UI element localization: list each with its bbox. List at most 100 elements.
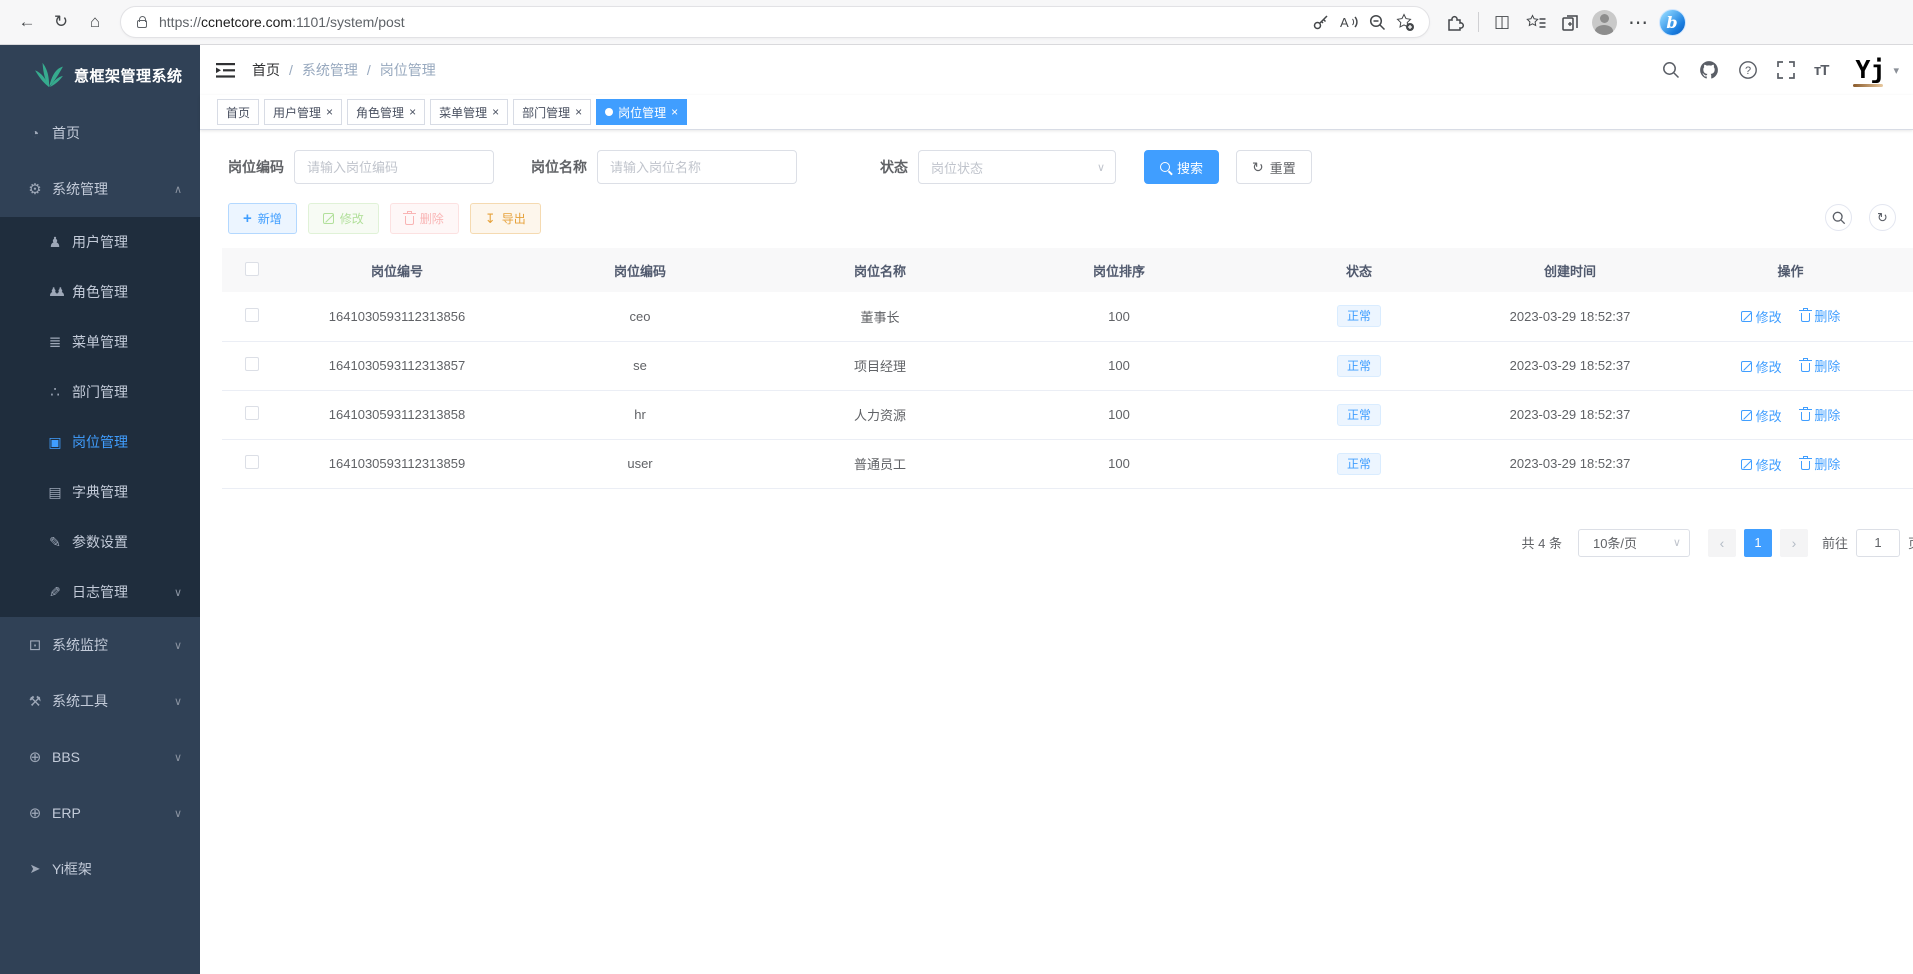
breadcrumb: 首页 / 系统管理 / 岗位管理 (252, 60, 436, 80)
导出[interactable]: 导出 (470, 203, 541, 234)
help-icon[interactable]: ? (1738, 60, 1758, 80)
breadcrumb-home[interactable]: 首页 (252, 60, 280, 80)
sidebar-item-12[interactable]: BBS (0, 729, 200, 785)
tab-close-icon[interactable]: × (671, 106, 678, 118)
chevron-icon (174, 183, 182, 196)
back-icon[interactable]: ← (10, 5, 44, 39)
log-icon (46, 584, 64, 601)
sidebar-item-1[interactable]: 系统管理 (0, 161, 200, 217)
header-search-icon[interactable] (1662, 61, 1680, 79)
row-delete-button[interactable]: 删除 (1801, 454, 1840, 473)
prev-page-button[interactable]: ‹ (1708, 529, 1736, 557)
tab-0[interactable]: 首页 × (217, 99, 259, 125)
tab-5[interactable]: 岗位管理 × (596, 99, 687, 125)
reset-button[interactable]: ↻ 重置 (1236, 150, 1312, 184)
status-badge: 正常 (1337, 305, 1381, 327)
fullscreen-icon[interactable] (1777, 61, 1795, 79)
read-aloud-icon[interactable]: A (1335, 8, 1363, 36)
row-checkbox[interactable] (245, 406, 259, 420)
tab-1[interactable]: 用户管理 × (264, 99, 342, 125)
tab-close-icon[interactable]: × (492, 106, 499, 118)
tab-3[interactable]: 菜单管理 × (430, 99, 508, 125)
github-icon[interactable] (1699, 60, 1719, 80)
tab-2[interactable]: 角色管理 × (347, 99, 425, 125)
删除[interactable]: 删除 (390, 203, 459, 234)
post-code-input[interactable] (294, 150, 494, 184)
cell-post-name: 普通员工 (768, 439, 992, 488)
新增[interactable]: 新增 (228, 203, 297, 234)
row-checkbox[interactable] (245, 357, 259, 371)
edit-pen-icon (1741, 361, 1752, 372)
refresh-table-icon[interactable]: ↻ (1869, 204, 1896, 231)
cell-created-time: 2023-03-29 18:52:37 (1472, 292, 1668, 341)
favorites-hub-icon[interactable] (1519, 5, 1553, 39)
sidebar-item-3[interactable]: 角色管理 (0, 267, 200, 317)
row-delete-button[interactable]: 删除 (1801, 356, 1840, 375)
extensions-icon[interactable] (1438, 5, 1472, 39)
sidebar-item-2[interactable]: 用户管理 (0, 217, 200, 267)
sidebar-item-6[interactable]: 岗位管理 (0, 417, 200, 467)
plant-logo-icon (34, 62, 64, 88)
row-edit-button[interactable]: 修改 (1741, 307, 1782, 326)
refresh-icon[interactable]: ↻ (44, 5, 78, 39)
toggle-search-icon[interactable] (1825, 204, 1852, 231)
tab-4[interactable]: 部门管理 × (513, 99, 591, 125)
row-edit-button[interactable]: 修改 (1741, 406, 1782, 425)
home-icon[interactable]: ⌂ (78, 5, 112, 39)
browser-toolbar: ← ↻ ⌂ https://ccnetcore.com:1101/system/… (0, 0, 1913, 45)
settings-more-icon[interactable]: ⋯ (1621, 5, 1655, 39)
user-dropdown[interactable]: Yj ▾ (1847, 57, 1899, 83)
修改[interactable]: 修改 (308, 203, 379, 234)
sidebar-item-label: 日志管理 (72, 582, 128, 602)
users-icon (46, 285, 64, 299)
row-delete-button[interactable]: 删除 (1801, 306, 1840, 325)
goto-page-input[interactable] (1856, 529, 1900, 557)
row-edit-button[interactable]: 修改 (1741, 455, 1782, 474)
profile-avatar[interactable] (1587, 5, 1621, 39)
sidebar-item-11[interactable]: 系统工具 (0, 673, 200, 729)
address-bar[interactable]: https://ccnetcore.com:1101/system/post A (120, 6, 1430, 38)
sidebar-menu: 首页 系统管理 用户管理 角色管理 (0, 105, 200, 897)
next-page-button[interactable]: › (1780, 529, 1808, 557)
page-size-select[interactable]: 10条/页 ∨ (1578, 529, 1690, 557)
collections-icon[interactable] (1553, 5, 1587, 39)
split-screen-icon[interactable]: ◫ (1485, 5, 1519, 39)
sidebar-item-0[interactable]: 首页 (0, 105, 200, 161)
cell-post-id: 1641030593112313858 (282, 390, 512, 439)
row-checkbox[interactable] (245, 455, 259, 469)
dictionary-icon (46, 484, 64, 501)
sidebar-item-8[interactable]: 参数设置 (0, 517, 200, 567)
row-checkbox[interactable] (245, 308, 259, 322)
table-body: 1641030593112313856 ceo 董事长 100 正常 2023-… (222, 292, 1913, 488)
row-edit-button[interactable]: 修改 (1741, 357, 1782, 376)
sidebar-item-9[interactable]: 日志管理 (0, 567, 200, 617)
status-select[interactable]: 岗位状态 ∨ (918, 150, 1116, 184)
chevron-icon (174, 807, 182, 820)
sidebar-item-14[interactable]: Yi框架 (0, 841, 200, 897)
row-delete-button[interactable]: 删除 (1801, 405, 1840, 424)
password-key-icon[interactable] (1307, 8, 1335, 36)
post-name-input[interactable] (597, 150, 797, 184)
select-all-checkbox[interactable] (245, 262, 259, 276)
total-count: 共 4 条 (1522, 533, 1562, 552)
sidebar-toggle-icon[interactable] (216, 62, 236, 79)
tab-close-icon[interactable]: × (575, 106, 582, 118)
sidebar-item-label: 系统工具 (52, 691, 108, 711)
badge-icon (46, 434, 64, 451)
tab-close-icon[interactable]: × (326, 106, 333, 118)
sidebar-item-10[interactable]: 系统监控 (0, 617, 200, 673)
favorites-add-icon[interactable] (1391, 8, 1419, 36)
cell-post-code: ceo (512, 292, 768, 341)
font-size-icon[interactable]: ᴛT (1814, 62, 1829, 79)
search-button[interactable]: 搜索 (1144, 150, 1219, 184)
bing-chat-icon[interactable]: b (1655, 5, 1689, 39)
page-number-1[interactable]: 1 (1744, 529, 1772, 557)
sidebar-item-13[interactable]: ERP (0, 785, 200, 841)
sidebar-item-label: 岗位管理 (72, 432, 128, 452)
sidebar-item-7[interactable]: 字典管理 (0, 467, 200, 517)
toolbar-button-label: 新增 (258, 210, 282, 227)
tab-close-icon[interactable]: × (409, 106, 416, 118)
zoom-out-icon[interactable] (1363, 8, 1391, 36)
sidebar-item-5[interactable]: 部门管理 (0, 367, 200, 417)
sidebar-item-4[interactable]: 菜单管理 (0, 317, 200, 367)
